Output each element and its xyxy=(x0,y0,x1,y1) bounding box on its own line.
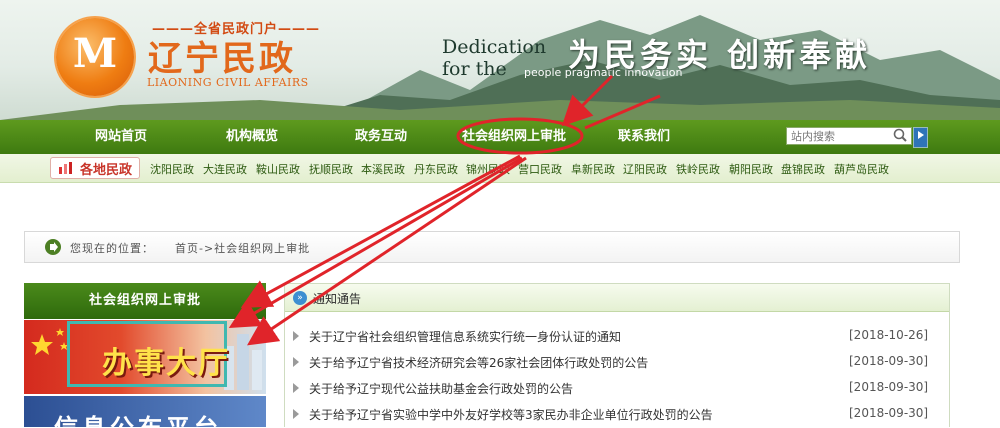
notice-panel-title: 通知通告 xyxy=(313,292,362,306)
search-icon[interactable] xyxy=(892,128,908,144)
breadcrumb-path[interactable]: 首页->社会组织网上审批 xyxy=(175,240,310,256)
notice-panel-header: » 通知通告 xyxy=(285,284,949,312)
nav-item-overview[interactable]: 机构概览 xyxy=(226,120,278,154)
region-link-fuxin[interactable]: 阜新民政 xyxy=(571,161,615,177)
arrow-circle-icon xyxy=(45,239,61,255)
info-platform-banner[interactable]: 信息公布平台 xyxy=(24,396,266,427)
site-logo-subtitle: LIAONING CIVIL AFFAIRS xyxy=(147,76,309,89)
region-label: 各地民政 xyxy=(80,163,133,178)
slogan-en-line2: for the xyxy=(442,58,507,80)
site-logo-title[interactable]: 辽宁民政 xyxy=(148,31,296,80)
slogan-cn: 为民务实 创新奉献 xyxy=(568,36,872,74)
nav-item-interaction[interactable]: 政务互动 xyxy=(355,120,407,154)
play-arrow-icon xyxy=(917,131,924,139)
breadcrumb-label: 您现在的位置： xyxy=(70,242,154,255)
info-platform-label: 信息公布平台 xyxy=(54,408,222,427)
nav-item-home[interactable]: 网站首页 xyxy=(95,120,147,154)
notice-item[interactable]: 关于给予辽宁省技术经济研究会等26家社会团体行政处罚的公告 [2018-09-3… xyxy=(285,350,949,376)
region-link-huludao[interactable]: 葫芦岛民政 xyxy=(834,161,889,177)
notice-item[interactable]: 关于给予辽宁省实验中学中外友好学校等3家民办非企业单位行政处罚的公告 [2018… xyxy=(285,402,949,428)
notice-date: [2018-09-30] xyxy=(849,354,929,368)
service-hall-label: 办事大厅 xyxy=(102,346,230,381)
region-link-yingkou[interactable]: 营口民政 xyxy=(518,161,562,177)
notice-date: [2018-09-30] xyxy=(849,380,929,394)
region-link-jinzhou[interactable]: 锦州民政 xyxy=(466,161,510,177)
search-submit-button[interactable] xyxy=(913,127,928,148)
notice-title[interactable]: 关于辽宁省社会组织管理信息系统实行统一身份认证的通知 xyxy=(309,328,621,345)
region-link-tieling[interactable]: 铁岭民政 xyxy=(676,161,720,177)
notice-date: [2018-10-26] xyxy=(849,328,929,342)
bar-chart-icon xyxy=(59,162,72,174)
bullet-arrow-icon xyxy=(293,331,299,341)
region-bar: 各地民政 沈阳民政 大连民政 鞍山民政 抚顺民政 本溪民政 丹东民政 锦州民政 … xyxy=(0,154,1000,183)
breadcrumb: 您现在的位置： 首页->社会组织网上审批 xyxy=(24,231,960,263)
slogan-en-line1: Dedication xyxy=(442,36,547,58)
nav-item-approval[interactable]: 社会组织网上审批 xyxy=(462,120,566,154)
notice-item[interactable]: 关于给予辽宁现代公益扶助基金会行政处罚的公告 [2018-09-30] xyxy=(285,376,949,402)
region-link-shenyang[interactable]: 沈阳民政 xyxy=(150,161,194,177)
notice-title[interactable]: 关于给予辽宁省技术经济研究会等26家社会团体行政处罚的公告 xyxy=(309,354,648,371)
double-chevron-icon: » xyxy=(293,291,307,305)
region-link-panjin[interactable]: 盘锦民政 xyxy=(781,161,825,177)
main-nav: 网站首页 机构概览 政务互动 社会组织网上审批 联系我们 站内搜索 xyxy=(0,120,1000,154)
bullet-arrow-icon xyxy=(293,383,299,393)
logo-emblem[interactable]: M xyxy=(56,18,134,96)
bullet-arrow-icon xyxy=(293,357,299,367)
region-link-chaoyang[interactable]: 朝阳民政 xyxy=(729,161,773,177)
notice-item[interactable]: 关于辽宁省社会组织管理信息系统实行统一身份认证的通知 [2018-10-26] xyxy=(285,324,949,350)
sidebar-title: 社会组织网上审批 xyxy=(24,283,266,319)
notice-panel: » 通知通告 关于辽宁省社会组织管理信息系统实行统一身份认证的通知 [2018-… xyxy=(284,283,950,427)
region-link-liaoyang[interactable]: 辽阳民政 xyxy=(623,161,667,177)
region-link-benxi[interactable]: 本溪民政 xyxy=(361,161,405,177)
region-link-anshan[interactable]: 鞍山民政 xyxy=(256,161,300,177)
header-banner: M ———全省民政门户——— 辽宁民政 LIAONING CIVIL AFFAI… xyxy=(0,0,1000,120)
region-link-dandong[interactable]: 丹东民政 xyxy=(414,161,458,177)
notice-title[interactable]: 关于给予辽宁省实验中学中外友好学校等3家民办非企业单位行政处罚的公告 xyxy=(309,406,713,423)
region-link-fushun[interactable]: 抚顺民政 xyxy=(309,161,353,177)
region-link-dalian[interactable]: 大连民政 xyxy=(203,161,247,177)
bullet-arrow-icon xyxy=(293,409,299,419)
notice-title[interactable]: 关于给予辽宁现代公益扶助基金会行政处罚的公告 xyxy=(309,380,573,397)
notice-date: [2018-09-30] xyxy=(849,406,929,420)
nav-item-contact[interactable]: 联系我们 xyxy=(618,120,670,154)
service-hall-banner[interactable]: 办事大厅 xyxy=(24,320,266,394)
